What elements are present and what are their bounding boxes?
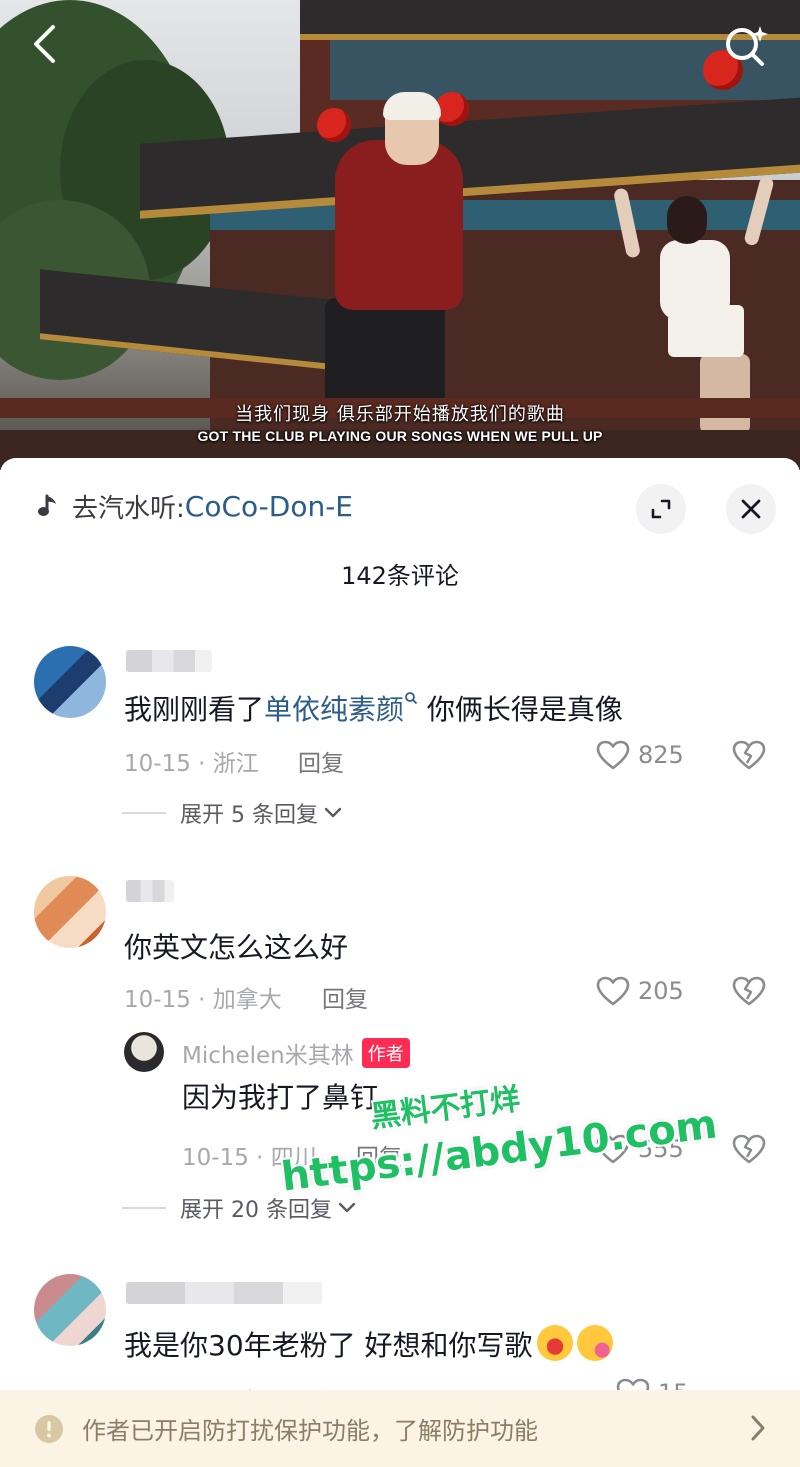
like-button[interactable]: 825 bbox=[596, 740, 684, 770]
woman-figure-top bbox=[660, 240, 730, 320]
heart-icon bbox=[596, 976, 630, 1006]
search-icon bbox=[405, 692, 418, 705]
kissing-face-emoji bbox=[576, 1325, 613, 1361]
grinning-face-emoji bbox=[536, 1325, 573, 1361]
expand-replies-button[interactable]: 展开 20 条回复 bbox=[122, 1192, 356, 1224]
close-button[interactable] bbox=[726, 484, 776, 534]
music-prefix-label: 去汽水听: bbox=[72, 493, 185, 524]
avatar[interactable] bbox=[34, 646, 106, 718]
username-blurred[interactable] bbox=[126, 880, 174, 902]
comment-text: 你英文怎么这么好 bbox=[124, 931, 349, 964]
woman-figure-head bbox=[667, 196, 707, 244]
username-blurred[interactable] bbox=[126, 650, 212, 672]
expand-replies-button[interactable]: 展开 5 条回复 bbox=[122, 797, 342, 829]
man-figure-hoodie bbox=[335, 140, 463, 310]
subtitle-english: GOT THE CLUB PLAYING OUR SONGS WHEN WE P… bbox=[197, 428, 603, 444]
music-link-row[interactable]: 去汽水听: CoCo-Don-E bbox=[36, 486, 353, 526]
reply-text: 因为我打了鼻钉 bbox=[182, 1081, 379, 1114]
reply-header: Michelen米其林 作者 bbox=[182, 1036, 410, 1070]
search-sparkle-icon bbox=[726, 26, 768, 66]
back-button[interactable] bbox=[24, 22, 64, 66]
like-count: 205 bbox=[638, 977, 684, 1005]
close-icon bbox=[741, 499, 761, 519]
chevron-down-icon bbox=[338, 1202, 356, 1213]
avatar[interactable] bbox=[34, 876, 106, 948]
like-count: 825 bbox=[638, 741, 684, 769]
expand-button[interactable] bbox=[636, 484, 686, 534]
broken-heart-icon[interactable] bbox=[732, 976, 766, 1006]
expand-icon bbox=[651, 499, 671, 519]
chevron-right-icon bbox=[751, 1415, 765, 1441]
comment-text: 我刚刚看了单依纯素颜 你俩长得是真像 bbox=[124, 692, 623, 726]
author-avatar[interactable] bbox=[124, 1032, 164, 1072]
like-button[interactable]: 205 bbox=[596, 976, 684, 1006]
author-badge: 作者 bbox=[361, 1038, 410, 1068]
comment-meta: 10-15 · 加拿大 bbox=[124, 987, 282, 1013]
comment-panel: 去汽水听: CoCo-Don-E 142条评论 我刚刚看了单依纯素颜 你俩长得是… bbox=[0, 458, 800, 1467]
red-lantern bbox=[317, 108, 351, 142]
music-note-icon bbox=[38, 494, 56, 516]
chevron-down-icon bbox=[324, 807, 342, 818]
music-song-link[interactable]: CoCo-Don-E bbox=[185, 490, 353, 523]
comment-meta: 10-15 · 浙江 bbox=[124, 751, 259, 777]
comment-item: 我刚刚看了单依纯素颜 你俩长得是真像 10-15 · 浙江 回复 825 展开 … bbox=[0, 642, 800, 832]
info-icon bbox=[35, 1414, 63, 1443]
author-name[interactable]: Michelen米其林 bbox=[182, 1043, 354, 1069]
avatar[interactable] bbox=[34, 1274, 106, 1346]
heart-icon bbox=[596, 740, 630, 770]
divider-dash bbox=[122, 1207, 166, 1209]
search-button[interactable] bbox=[720, 20, 772, 70]
subtitle-chinese: 当我们现身 俱乐部开始播放我们的歌曲 bbox=[235, 404, 565, 425]
comment-text: 我是你30年老粉了 好想和你写歌 bbox=[124, 1324, 613, 1364]
search-keyword-link[interactable]: 单依纯素颜 bbox=[264, 693, 404, 726]
username-blurred[interactable] bbox=[126, 1282, 322, 1304]
comment-count-title: 142条评论 bbox=[341, 562, 459, 590]
video-player[interactable]: 当我们现身 俱乐部开始播放我们的歌曲 GOT THE CLUB PLAYING … bbox=[0, 0, 800, 470]
protection-notice-bar[interactable]: 作者已开启防打扰保护功能，了解防护功能 bbox=[0, 1390, 800, 1467]
reply-button[interactable]: 回复 bbox=[298, 744, 344, 778]
chevron-left-icon bbox=[34, 25, 55, 63]
divider-dash bbox=[122, 812, 166, 814]
broken-heart-icon[interactable] bbox=[732, 740, 766, 770]
man-figure-pants bbox=[325, 298, 445, 408]
broken-heart-icon[interactable] bbox=[732, 1134, 766, 1164]
protection-notice-text: 作者已开启防打扰保护功能，了解防护功能 bbox=[82, 1417, 538, 1445]
reply-button[interactable]: 回复 bbox=[322, 980, 368, 1014]
man-figure-beanie bbox=[383, 92, 441, 120]
